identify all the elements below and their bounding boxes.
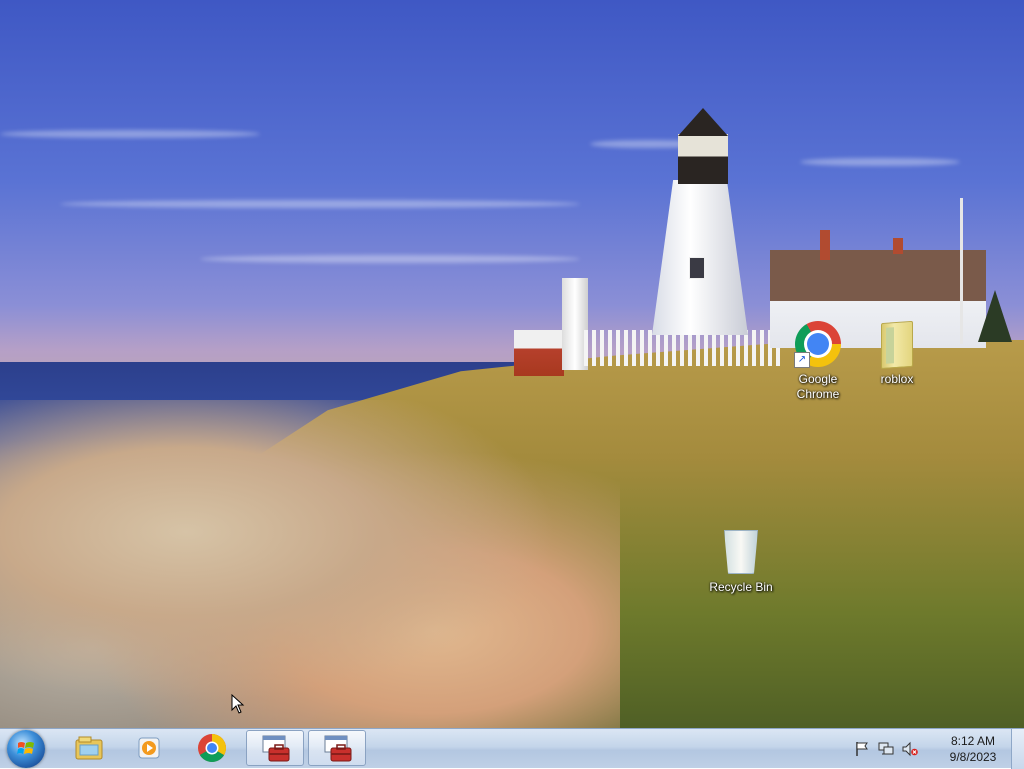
system-tray: 8:12 AM 9/8/2023 [846, 729, 1006, 769]
toolbox-window-icon [324, 735, 352, 762]
chrome-icon [198, 734, 226, 762]
wallpaper-cloud [0, 130, 260, 138]
media-player-icon [138, 737, 160, 759]
wallpaper-cloud [800, 158, 960, 166]
clock-date: 9/8/2023 [949, 750, 997, 764]
taskbar-chrome-button[interactable] [183, 730, 241, 766]
taskbar-explorer-button[interactable] [60, 730, 118, 766]
desktop-icon-roblox[interactable]: roblox [859, 320, 935, 387]
wallpaper-flagpole [960, 198, 963, 344]
wallpaper-rocks [0, 400, 620, 728]
wallpaper-lighthouse-lantern [678, 134, 728, 184]
desktop-icon-label: roblox [880, 372, 914, 386]
explorer-folder-icon [75, 736, 103, 760]
folder-icon [873, 320, 921, 370]
taskbar: 8:12 AM 9/8/2023 [0, 728, 1024, 769]
wallpaper-chimney [820, 230, 830, 260]
taskbar-clock[interactable]: 8:12 AM 9/8/2023 [940, 733, 1006, 765]
wallpaper-lighthouse-roof [678, 108, 728, 136]
show-desktop-button[interactable] [1011, 729, 1024, 769]
windows-start-icon [17, 742, 34, 754]
start-button[interactable] [7, 730, 45, 768]
recycle-bin-icon [717, 528, 765, 576]
chrome-icon: ↗ [794, 320, 842, 368]
wallpaper-shed [514, 330, 564, 376]
wallpaper-cloud [200, 255, 580, 263]
taskbar-toolbox-window-button-1[interactable] [246, 730, 304, 766]
shortcut-arrow-icon: ↗ [794, 352, 810, 368]
wallpaper-chimney [893, 238, 903, 254]
clock-time: 8:12 AM [950, 734, 996, 748]
volume-muted-icon[interactable] [902, 741, 918, 757]
toolbox-window-icon [262, 735, 290, 762]
network-icon[interactable] [878, 741, 894, 757]
desktop-icon-google-chrome[interactable]: ↗ Google Chrome [780, 320, 856, 402]
taskbar-media-player-button[interactable] [121, 730, 179, 766]
taskbar-toolbox-window-button-2[interactable] [308, 730, 366, 766]
wallpaper-cloud [60, 200, 580, 208]
desktop-icon-label: Google Chrome [796, 372, 840, 401]
wallpaper-fence [584, 330, 784, 366]
action-center-flag-icon[interactable] [854, 741, 870, 757]
desktop-icon-label: Recycle Bin [709, 580, 773, 594]
desktop-icon-recycle-bin[interactable]: Recycle Bin [703, 528, 779, 595]
mouse-cursor-icon [231, 694, 245, 714]
desktop[interactable]: ↗ Google Chrome roblox Recycle Bin [0, 0, 1024, 728]
wallpaper-lighthouse-window [689, 257, 705, 279]
